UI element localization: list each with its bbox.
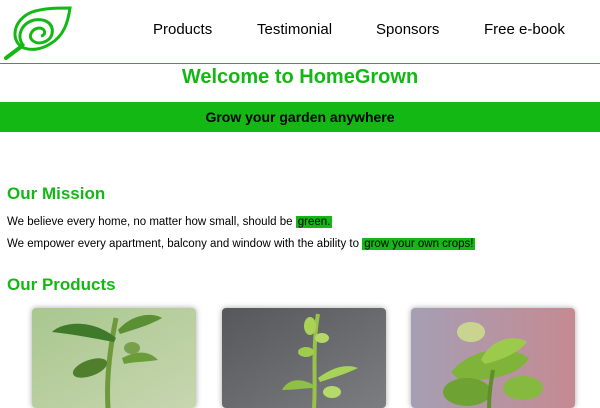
mission-line-2: We empower every apartment, balcony and … [7, 236, 476, 252]
plant-sprout-photo-1 [32, 308, 196, 408]
plant-seedling-photo-2 [222, 308, 386, 408]
mission-line-2-highlight: grow your own crops! [362, 238, 476, 250]
nav-free-ebook-link[interactable]: Free e-book [484, 21, 565, 38]
product-card-3[interactable] [411, 308, 575, 408]
nav-sponsors-link[interactable]: Sponsors [376, 21, 439, 38]
basil-plant-photo-3 [411, 308, 575, 408]
nav-testimonial-link[interactable]: Testimonial [257, 21, 332, 38]
mission-heading: Our Mission [7, 184, 106, 203]
product-card-2[interactable] [222, 308, 386, 408]
mission-line-1: We believe every home, no matter how sma… [7, 214, 333, 230]
mission-line-2-text: We empower every apartment, balcony and … [7, 238, 363, 250]
mission-line-1-text: We believe every home, no matter how sma… [7, 216, 296, 228]
page-title: Welcome to HomeGrown [181, 66, 419, 88]
product-card-1[interactable] [32, 308, 196, 408]
nav-products-link[interactable]: Products [153, 21, 212, 38]
site-header: Products Testimonial Sponsors Free e-boo… [0, 0, 600, 64]
tagline-banner: Grow your garden anywhere [0, 102, 600, 132]
products-heading: Our Products [7, 275, 116, 294]
main-nav: Products Testimonial Sponsors Free e-boo… [0, 21, 600, 43]
mission-line-1-highlight: green. [295, 216, 333, 228]
